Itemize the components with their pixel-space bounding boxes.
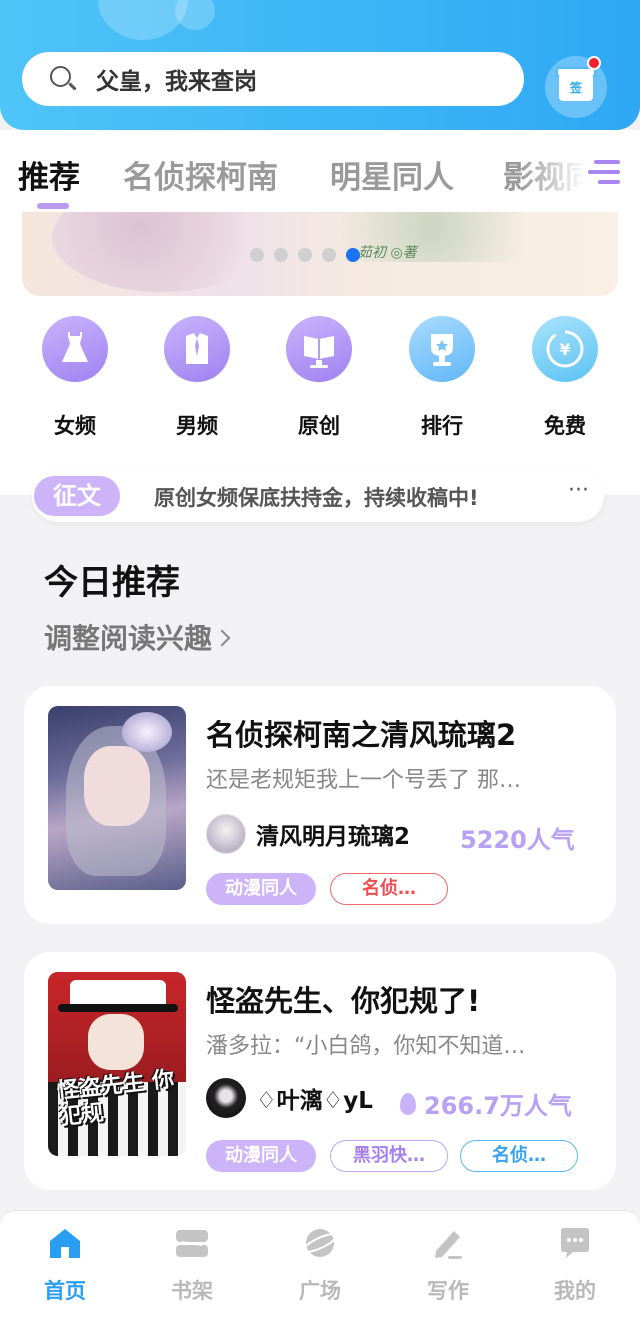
avatar	[206, 1078, 246, 1118]
category-tabs: 推荐 名侦探柯南 明星同人 影视同	[0, 130, 640, 212]
book-card[interactable]: 怪盗先生 你犯规 怪盗先生、你犯规了! 潘多拉：“小白鸽，你知不知道… ♢叶漓♢…	[24, 952, 616, 1190]
tab-celebrity-fanfic[interactable]: 明星同人	[330, 152, 454, 197]
announcement-text: 原创女频保底扶持金，持续收稿中!	[154, 486, 479, 510]
category-label: 原创	[298, 414, 340, 438]
search-icon	[48, 64, 78, 94]
svg-text:¥: ¥	[559, 340, 570, 359]
announcement-badge: 征文	[34, 476, 120, 516]
trophy-icon	[409, 316, 475, 382]
author-name: ♢叶漓♢yL	[256, 1088, 373, 1114]
tag-chip[interactable]: 名侦…	[330, 873, 448, 905]
category-male[interactable]: 男频	[137, 316, 257, 440]
section-title: 今日推荐	[44, 563, 180, 603]
chat-bubble-icon	[557, 1225, 593, 1261]
more-icon[interactable]: ···	[568, 478, 589, 503]
category-label: 免费	[544, 414, 586, 438]
book-author[interactable]: ♢叶漓♢yL	[206, 1078, 373, 1118]
announcement-bar[interactable]: 征文 原创女频保底扶持金，持续收稿中! ···	[32, 470, 604, 522]
pagination-dot[interactable]	[322, 248, 336, 262]
book-author[interactable]: 清风明月琉璃2	[206, 814, 410, 854]
popularity-count: 5220人气	[460, 820, 575, 855]
nav-write[interactable]: 写作	[398, 1225, 498, 1305]
book-title: 名侦探柯南之清风琉璃2	[206, 718, 517, 752]
dress-icon	[42, 316, 108, 382]
book-title: 怪盗先生、你犯规了!	[206, 984, 481, 1018]
nav-label: 书架	[171, 1279, 213, 1303]
banner-signature: 茹初 ◎著	[358, 245, 417, 261]
nav-bookshelf[interactable]: 书架	[142, 1225, 242, 1305]
tag-chip[interactable]: 动漫同人	[206, 1140, 316, 1172]
category-shortcuts: 女频 男频 原创 排行 ¥ 免费	[0, 316, 640, 446]
pagination-dot[interactable]	[298, 248, 312, 262]
book-cover[interactable]: 怪盗先生 你犯规	[48, 972, 186, 1156]
nav-label: 写作	[427, 1279, 469, 1303]
bookshelf-icon	[174, 1225, 210, 1261]
category-label: 排行	[421, 414, 463, 438]
banner-pagination	[250, 248, 360, 264]
category-ranking[interactable]: 排行	[382, 316, 502, 440]
nav-profile[interactable]: 我的	[525, 1225, 625, 1305]
nav-home[interactable]: 首页	[15, 1225, 115, 1305]
search-bar[interactable]: 父皇，我来查岗	[22, 52, 524, 106]
book-card[interactable]: 名侦探柯南之清风琉璃2 还是老规矩我上一个号丢了 那… 清风明月琉璃2 5220…	[24, 686, 616, 924]
popularity-label: 5220人气	[460, 826, 575, 854]
pagination-dot[interactable]	[250, 248, 264, 262]
adjust-interests-label: 调整阅读兴趣	[44, 622, 213, 655]
tab-fade	[520, 130, 640, 212]
category-label: 男频	[176, 414, 218, 438]
nav-label: 首页	[44, 1279, 86, 1303]
pagination-dot-active[interactable]	[346, 248, 360, 262]
nav-label: 广场	[299, 1279, 341, 1303]
pagination-dot[interactable]	[274, 248, 288, 262]
signin-label: 签	[569, 81, 582, 95]
planet-icon	[302, 1225, 338, 1261]
notification-dot	[587, 56, 601, 70]
book-description: 潘多拉：“小白鸽，你知不知道…	[206, 1034, 526, 1059]
search-placeholder: 父皇，我来查岗	[96, 69, 257, 95]
avatar	[206, 814, 246, 854]
top-header: 父皇，我来查岗 签	[0, 0, 640, 130]
popularity-count: 266.7万人气	[400, 1086, 572, 1121]
tag-chip[interactable]: 名侦…	[460, 1140, 578, 1172]
nav-label: 我的	[554, 1279, 596, 1303]
category-free[interactable]: ¥ 免费	[505, 316, 625, 440]
active-tab-indicator	[37, 203, 69, 209]
book-cover[interactable]	[48, 706, 186, 890]
adjust-interests-link[interactable]: 调整阅读兴趣	[44, 617, 231, 657]
tab-recommend[interactable]: 推荐	[18, 152, 80, 197]
decor-bubble	[175, 0, 215, 30]
flame-icon	[400, 1092, 416, 1115]
book-description: 还是老规矩我上一个号丢了 那…	[206, 768, 521, 793]
daily-signin-button[interactable]: 签	[545, 56, 607, 118]
pencil-icon	[430, 1225, 466, 1261]
home-icon	[47, 1225, 83, 1261]
cover-title: 怪盗先生 你犯规	[55, 1066, 176, 1131]
tag-chip[interactable]: 动漫同人	[206, 873, 316, 905]
bottom-nav: 首页 书架 广场 写作 我的	[0, 1210, 640, 1329]
tab-detective-conan[interactable]: 名侦探柯南	[123, 152, 278, 197]
channel-menu-icon[interactable]	[588, 158, 620, 186]
banner-illustration	[52, 212, 272, 292]
nav-plaza[interactable]: 广场	[270, 1225, 370, 1305]
tag-chip[interactable]: 黑羽快…	[330, 1140, 448, 1172]
book-stand-icon	[286, 316, 352, 382]
popularity-label: 266.7万人气	[424, 1092, 572, 1120]
author-name: 清风明月琉璃2	[256, 824, 411, 850]
chevron-right-icon	[213, 629, 231, 647]
yen-coin-icon: ¥	[532, 316, 598, 382]
category-female[interactable]: 女频	[15, 316, 135, 440]
category-label: 女频	[54, 414, 96, 438]
shirt-icon	[164, 316, 230, 382]
category-original[interactable]: 原创	[259, 316, 379, 440]
